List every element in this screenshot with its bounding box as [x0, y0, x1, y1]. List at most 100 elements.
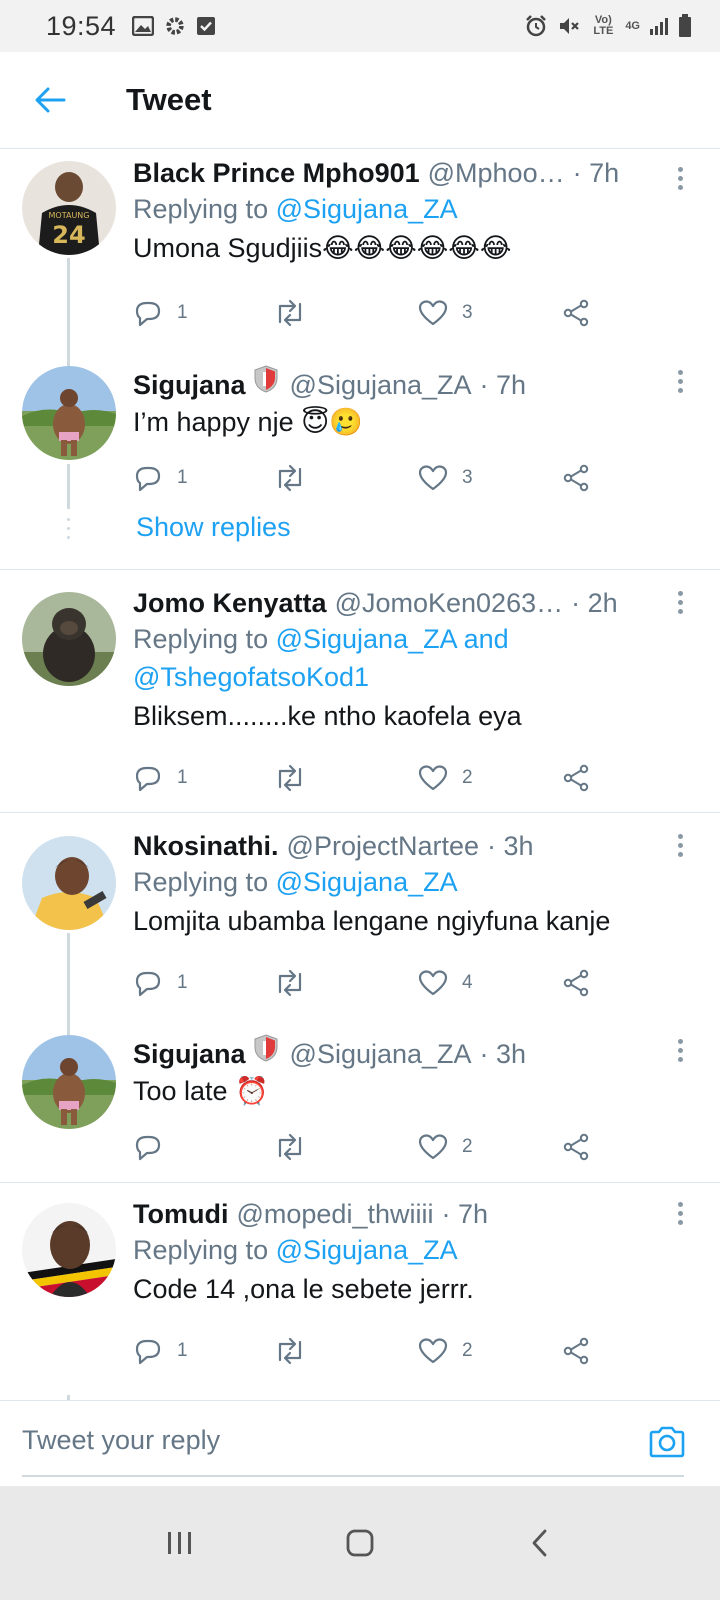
reply-icon [135, 766, 161, 792]
tweet-time: · 2h [571, 588, 618, 618]
user-handle[interactable]: @Sigujana_ZA [290, 368, 472, 402]
mention-link[interactable]: @TshegofatsoKod1 [133, 662, 369, 692]
user-handle[interactable]: @Mphoo… [428, 156, 565, 190]
reply-icon [135, 1135, 161, 1161]
heart-icon [418, 970, 448, 996]
share-button[interactable] [562, 299, 590, 327]
reply-button[interactable] [133, 1132, 177, 1162]
retweet-button[interactable] [273, 463, 321, 493]
mention-link[interactable]: @Sigujana_ZA [276, 1235, 458, 1265]
tweet-item[interactable]: Jomo Kenyatta @JomoKen0263… · 2h Replyin… [0, 570, 720, 813]
share-icon [563, 764, 589, 792]
nav-back-button[interactable] [500, 1513, 580, 1573]
retweet-button[interactable] [273, 1132, 321, 1162]
avatar[interactable] [22, 1203, 116, 1297]
like-count: 4 [462, 972, 473, 993]
display-name[interactable]: Jomo Kenyatta [133, 586, 327, 620]
user-handle[interactable]: @ProjectNartee [287, 829, 479, 863]
more-options-button[interactable] [670, 366, 690, 396]
tweet-item[interactable]: Sigujana @Sigujana_ZA · 3h Too late ⏰ 2 [0, 1023, 720, 1183]
reply-count: 1 [177, 972, 188, 993]
avatar[interactable] [22, 1035, 116, 1129]
share-icon [563, 1337, 589, 1365]
replies-feed[interactable]: MOTAUNG 24 Black Prince Mpho901 @Mphoo… … [0, 150, 720, 1430]
tweet-item[interactable]: MOTAUNG 24 Black Prince Mpho901 @Mphoo… … [0, 150, 720, 360]
tweet-item[interactable]: Tomudi @mopedi_thwiiii · 7h Replying to … [0, 1183, 720, 1430]
retweet-button[interactable] [273, 1336, 321, 1366]
recent-apps-icon [168, 1532, 191, 1554]
like-button[interactable]: 2 [418, 1133, 473, 1161]
status-time: 19:54 [46, 10, 117, 41]
user-handle[interactable]: @JomoKen0263… [335, 586, 564, 620]
reply-button[interactable]: 1 [133, 463, 188, 493]
like-button[interactable]: 2 [418, 764, 473, 792]
like-button[interactable]: 4 [418, 969, 473, 997]
avatar[interactable] [22, 592, 116, 686]
display-name[interactable]: Nkosinathi. [133, 829, 279, 863]
camera-icon [649, 1426, 685, 1458]
retweet-button[interactable] [273, 968, 321, 998]
reply-composer: Tweet your reply [0, 1400, 720, 1486]
reply-input[interactable]: Tweet your reply [22, 1425, 220, 1456]
reply-icon [135, 1339, 161, 1365]
reply-count: 1 [177, 467, 188, 488]
reply-button[interactable]: 1 [133, 298, 188, 328]
avatar[interactable] [22, 366, 116, 460]
tweet-time: · 7h [572, 158, 620, 188]
heart-icon [418, 1338, 448, 1364]
display-name[interactable]: Black Prince Mpho901 [133, 156, 420, 190]
share-button[interactable] [562, 764, 590, 792]
tweet-text: Lomjita ubamba lengane ngiyfuna kanje [133, 906, 611, 936]
emoji: 😂😂😂😂😂😂 [322, 233, 512, 263]
reply-button[interactable]: 1 [133, 763, 188, 793]
recent-apps-button[interactable] [140, 1513, 220, 1573]
reply-count: 1 [177, 767, 188, 788]
retweet-button[interactable] [273, 763, 321, 793]
like-count: 2 [462, 1136, 473, 1157]
tweet-item[interactable]: Nkosinathi. @ProjectNartee · 3h Replying… [0, 813, 720, 1023]
like-button[interactable]: 3 [418, 464, 473, 492]
thread-line [67, 1023, 70, 1035]
like-button[interactable]: 2 [418, 1337, 473, 1365]
avatar[interactable]: MOTAUNG 24 [22, 161, 116, 255]
back-button[interactable] [0, 52, 100, 149]
tweet-time: · 3h [487, 831, 534, 861]
share-button[interactable] [562, 1337, 590, 1365]
reply-button[interactable]: 1 [133, 1336, 188, 1366]
thread-line [67, 933, 70, 1023]
more-options-button[interactable] [670, 830, 690, 860]
display-name[interactable]: Sigujana [133, 368, 246, 402]
reply-button[interactable]: 1 [133, 968, 188, 998]
display-name[interactable]: Tomudi [133, 1197, 228, 1231]
mention-link[interactable]: @Sigujana_ZA and [276, 624, 509, 654]
camera-button[interactable] [648, 1425, 686, 1464]
signal-icon [649, 16, 669, 36]
mention-link[interactable]: @Sigujana_ZA [276, 194, 458, 224]
share-button[interactable] [562, 969, 590, 997]
mention-link[interactable]: @Sigujana_ZA [276, 867, 458, 897]
tweet-time: · 3h [479, 1039, 527, 1069]
more-options-button[interactable] [670, 1035, 690, 1065]
share-button[interactable] [562, 464, 590, 492]
gallery-icon [132, 16, 155, 36]
like-button[interactable]: 3 [418, 299, 473, 327]
share-button[interactable] [562, 1133, 590, 1161]
replying-to-continued: @TshegofatsoKod1 [133, 658, 684, 696]
more-options-button[interactable] [670, 587, 690, 617]
share-icon [563, 299, 589, 327]
avatar[interactable] [22, 836, 116, 930]
tweet-item[interactable]: Sigujana @Sigujana_ZA · 7h I’m happy nje… [0, 360, 720, 570]
retweet-button[interactable] [273, 298, 321, 328]
volte-icon: Vo) LTE [593, 14, 614, 37]
thread-line [67, 258, 70, 360]
home-button[interactable] [320, 1513, 400, 1573]
user-handle[interactable]: @mopedi_thwiiii [236, 1197, 433, 1231]
user-handle[interactable]: @Sigujana_ZA [290, 1037, 472, 1071]
show-replies-link[interactable]: Show replies [136, 512, 291, 543]
like-count: 2 [462, 767, 473, 788]
more-options-button[interactable] [670, 1198, 690, 1228]
more-options-button[interactable] [670, 163, 690, 193]
display-name[interactable]: Sigujana [133, 1037, 246, 1071]
replying-to: Replying to @Sigujana_ZA and [133, 624, 509, 654]
reply-count: 1 [177, 302, 188, 323]
